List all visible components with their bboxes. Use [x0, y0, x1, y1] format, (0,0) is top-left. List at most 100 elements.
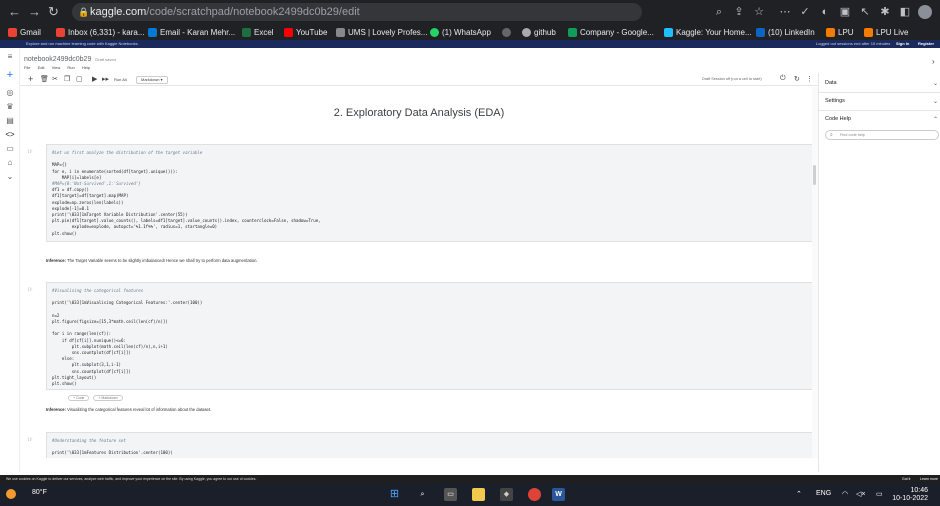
bookmark-company[interactable]: Company - Google... — [568, 27, 654, 38]
extension-icon[interactable]: ⋯ — [778, 5, 792, 19]
code-icon[interactable]: <> — [5, 130, 15, 140]
learn-more-link[interactable]: Learn more — [920, 475, 938, 483]
cookie-text: We use cookies on Kaggle to deliver our … — [6, 477, 257, 481]
more-vert-icon[interactable]: ⋮ — [806, 75, 813, 83]
refresh-icon[interactable]: ↻ — [794, 75, 800, 83]
menu-help[interactable]: Help — [82, 65, 90, 70]
reload-icon[interactable]: ↻ — [48, 4, 59, 20]
extension-icon[interactable]: ✓ — [798, 5, 812, 19]
bookmark-github[interactable]: github — [522, 27, 556, 38]
power-icon[interactable]: ⏻ — [780, 75, 786, 83]
run-all-button[interactable]: Run All — [114, 75, 127, 84]
bookmark-lpu[interactable]: LPU — [826, 27, 854, 38]
code-help-section[interactable]: Code Help — [825, 116, 851, 122]
close-icon[interactable]: › — [932, 57, 935, 66]
system-clock[interactable]: 10:46 10-10-2022 — [892, 487, 928, 503]
code-editor[interactable]: #Understanding the feature set print('\0… — [52, 438, 173, 457]
avatar[interactable] — [918, 5, 932, 19]
run-next-icon[interactable]: ▸▸ — [102, 75, 109, 84]
language-indicator[interactable]: ENG — [816, 490, 831, 497]
forward-icon[interactable]: → — [28, 4, 41, 19]
address-bar[interactable]: 🔒 kaggle.com/code/scratchpad/notebook249… — [72, 3, 642, 21]
school-icon[interactable]: ⌂ — [5, 158, 15, 168]
back-icon[interactable]: ← — [8, 4, 21, 19]
bookmark-globe[interactable] — [502, 27, 511, 38]
bookmark-label: UMS | Lovely Profes... — [348, 28, 428, 37]
extension-icon[interactable]: ▣ — [838, 5, 852, 19]
markdown-cell[interactable]: Inference: Visualizing the categorical f… — [46, 407, 211, 412]
volume-icon[interactable]: ◁× — [856, 490, 865, 498]
share-icon[interactable]: ⇪ — [732, 5, 746, 19]
bookmark-gmail[interactable]: Gmail — [8, 27, 41, 38]
add-cell-bar: + Code + Markdown — [68, 395, 123, 401]
register-link[interactable]: Register — [918, 40, 934, 48]
windows-start-icon[interactable]: ⊞ — [388, 488, 401, 501]
sidebar-icon[interactable]: ◧ — [898, 5, 912, 19]
create-icon[interactable]: + — [5, 70, 15, 81]
table-icon[interactable]: ▤ — [5, 116, 15, 126]
sign-in-link[interactable]: Sign In — [896, 40, 909, 48]
notebook-name[interactable]: notebook2499dc0b29 — [24, 56, 91, 63]
bookmark-star-icon[interactable]: ☆ — [752, 5, 766, 19]
battery-icon[interactable]: ▭ — [876, 490, 883, 498]
word-icon[interactable]: W — [552, 488, 565, 501]
paste-icon[interactable]: ▢ — [76, 75, 83, 84]
got-it-button[interactable]: Got it — [902, 475, 910, 483]
chevron-up-icon[interactable]: ⌃ — [796, 490, 802, 498]
bookmark-label: Company - Google... — [580, 28, 654, 37]
code-editor[interactable]: #Visualising the categorical features pr… — [52, 288, 202, 387]
weather-icon[interactable] — [6, 489, 16, 499]
code-help-search[interactable]: ⌕ Find code help — [825, 130, 939, 140]
data-section[interactable]: Data — [825, 80, 837, 86]
weather-temp[interactable]: 80°F — [32, 489, 47, 496]
discussion-icon[interactable]: ▭ — [5, 144, 15, 154]
bookmark-inbox[interactable]: Inbox (6,331) - kara... — [56, 27, 144, 38]
app-icon[interactable]: ◆ — [500, 488, 513, 501]
wifi-icon[interactable]: ◠ — [842, 490, 848, 498]
code-cell[interactable]: [ ]: #Understanding the feature set prin… — [28, 432, 818, 458]
cell-type-select[interactable]: Markdown ▾ — [136, 76, 168, 84]
settings-section[interactable]: Settings — [825, 98, 845, 104]
inference-text: Visualizing the categorical features rev… — [66, 407, 212, 412]
cut-icon[interactable]: ✂ — [52, 75, 58, 84]
code-cell[interactable]: [ ]: #Visualising the categorical featur… — [28, 282, 818, 390]
scrollbar-thumb[interactable] — [813, 165, 816, 185]
task-view-icon[interactable]: ▭ — [444, 488, 457, 501]
markdown-cell[interactable]: Inference: The Target Variable seems to … — [46, 258, 258, 263]
bookmark-kaggle[interactable]: Kaggle: Your Home... — [664, 27, 752, 38]
code-cell[interactable]: [ ]: #Let us first analyze the distribut… — [28, 144, 818, 242]
run-icon[interactable]: ▶ — [92, 75, 97, 84]
menu-file[interactable]: File — [24, 65, 30, 70]
search-icon[interactable]: ⌕ — [712, 5, 726, 19]
menu-run[interactable]: Run — [67, 65, 74, 70]
code-editor[interactable]: #Let us first analyze the distribution o… — [52, 150, 321, 237]
search-icon[interactable]: ⌕ — [416, 488, 429, 501]
menu-icon[interactable]: ≡ — [5, 52, 15, 62]
puzzle-icon[interactable]: ✱ — [878, 5, 892, 19]
delete-icon[interactable]: 🗑 — [40, 75, 49, 84]
bookmark-excel[interactable]: Excel — [242, 27, 274, 38]
chevron-up-icon[interactable]: ⌃ — [933, 116, 938, 123]
chevron-down-icon[interactable]: ⌄ — [933, 98, 938, 105]
compass-icon[interactable]: ◎ — [5, 88, 15, 98]
bookmark-linkedin[interactable]: (10) LinkedIn — [756, 27, 815, 38]
bookmark-email[interactable]: Email - Karan Mehr... — [148, 27, 235, 38]
add-markdown-button[interactable]: + Markdown — [93, 395, 123, 401]
notebook-title[interactable]: notebook2499dc0b29 Draft saved — [24, 56, 116, 63]
copy-icon[interactable]: ❐ — [64, 75, 70, 84]
bookmark-whatsapp[interactable]: (1) WhatsApp — [430, 27, 491, 38]
file-explorer-icon[interactable] — [472, 488, 485, 501]
bookmark-ums[interactable]: UMS | Lovely Profes... — [336, 27, 427, 38]
bookmark-lpu-live[interactable]: LPU Live — [864, 27, 908, 38]
menu-edit[interactable]: Edit — [38, 65, 45, 70]
extension-icon[interactable]: ↖ — [858, 5, 872, 19]
menu-view[interactable]: View — [52, 65, 61, 70]
extension-icon[interactable]: ◐ — [818, 5, 832, 19]
chevron-down-icon[interactable]: ⌄ — [5, 172, 15, 182]
add-cell-icon[interactable]: + — [28, 75, 33, 84]
trophy-icon[interactable]: ♛ — [5, 102, 15, 112]
add-code-button[interactable]: + Code — [68, 395, 90, 401]
bookmark-youtube[interactable]: YouTube — [284, 27, 327, 38]
chevron-down-icon[interactable]: ⌄ — [933, 80, 938, 87]
chrome-icon[interactable] — [528, 488, 541, 501]
